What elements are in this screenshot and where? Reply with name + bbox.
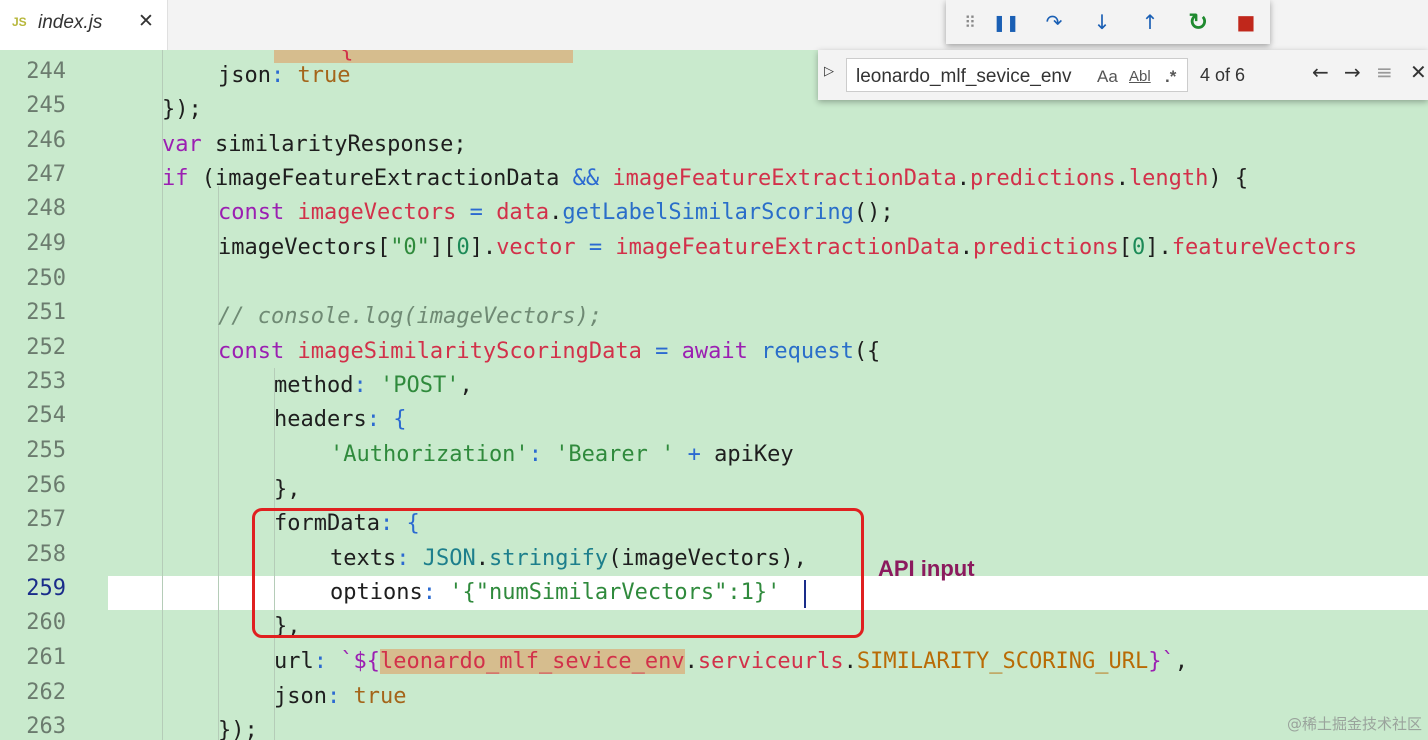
line-number: 252 bbox=[26, 335, 66, 360]
step-out-button[interactable]: ↑ bbox=[1128, 0, 1172, 44]
find-widget: ▷ leonardo_mlf_sevice_env Aa Abl .* 4 of… bbox=[818, 50, 1428, 100]
highlight-box bbox=[252, 508, 864, 638]
javascript-file-icon: JS bbox=[12, 15, 27, 29]
find-input[interactable]: leonardo_mlf_sevice_env Aa Abl .* bbox=[846, 58, 1188, 92]
code-line: if (imageFeatureExtractionData && imageF… bbox=[162, 166, 1249, 191]
next-match-icon[interactable]: → bbox=[1344, 60, 1361, 84]
toggle-replace-icon[interactable]: ▷ bbox=[824, 64, 834, 79]
stop-icon: ■ bbox=[1236, 10, 1256, 34]
annotation-label: API input bbox=[878, 556, 975, 581]
indent-guide bbox=[218, 186, 219, 740]
indent-guide bbox=[274, 435, 275, 473]
step-over-icon: ↷ bbox=[1045, 10, 1063, 34]
line-number: 258 bbox=[26, 542, 66, 567]
tab-index-js[interactable]: JS index.js ✕ bbox=[0, 0, 168, 50]
pause-button[interactable]: ❚❚ bbox=[984, 0, 1028, 44]
whole-word-icon[interactable]: Abl bbox=[1129, 68, 1151, 85]
step-out-icon: ↑ bbox=[1141, 10, 1159, 34]
line-number: 245 bbox=[26, 93, 66, 118]
code-line: var similarityResponse; bbox=[162, 132, 467, 157]
previous-match-icon[interactable]: ← bbox=[1312, 60, 1329, 84]
line-number: 251 bbox=[26, 300, 66, 325]
line-number: 249 bbox=[26, 231, 66, 256]
line-number: 254 bbox=[26, 403, 66, 428]
line-number: 261 bbox=[26, 645, 66, 670]
code-line: headers: { bbox=[274, 407, 407, 432]
close-find-icon[interactable]: ✕ bbox=[1410, 60, 1427, 84]
step-into-button[interactable]: ↓ bbox=[1080, 0, 1124, 44]
stop-button[interactable]: ■ bbox=[1224, 0, 1268, 44]
restart-button[interactable]: ↻ bbox=[1176, 0, 1220, 44]
line-number: 248 bbox=[26, 196, 66, 221]
regex-icon[interactable]: .* bbox=[1165, 67, 1176, 87]
line-number: 250 bbox=[26, 266, 66, 291]
code-line: json: true bbox=[274, 684, 407, 709]
line-number: 256 bbox=[26, 473, 66, 498]
restart-icon: ↻ bbox=[1187, 8, 1209, 36]
code-line: 'Authorization': 'Bearer ' + apiKey bbox=[330, 442, 794, 467]
line-number: 263 bbox=[26, 714, 66, 739]
line-number: 257 bbox=[26, 507, 66, 532]
match-count: 4 of 6 bbox=[1200, 65, 1246, 85]
close-tab-icon[interactable]: ✕ bbox=[138, 10, 154, 32]
pause-icon: ❚❚ bbox=[992, 12, 1020, 32]
debug-toolbar: ⠿ ❚❚ ↷ ↓ ↑ ↻ ■ bbox=[946, 0, 1270, 44]
line-number: 247 bbox=[26, 162, 66, 187]
line-number-gutter: 244 245 246 247 248 249 250 251 252 253 … bbox=[0, 50, 108, 740]
code-line: json: true bbox=[218, 63, 351, 88]
match-case-icon[interactable]: Aa bbox=[1097, 67, 1118, 87]
code-line: imageVectors["0"][0].vector = imageFeatu… bbox=[218, 235, 1358, 260]
line-number: 255 bbox=[26, 438, 66, 463]
line-number: 246 bbox=[26, 128, 66, 153]
code-comment: // console.log(imageVectors); bbox=[218, 304, 603, 329]
tab-file-name: index.js bbox=[38, 12, 103, 33]
line-number: 253 bbox=[26, 369, 66, 394]
find-in-selection-icon[interactable]: ≡ bbox=[1376, 60, 1393, 84]
watermark: @稀土掘金技术社区 bbox=[1286, 715, 1422, 733]
code-line: url: `${leonardo_mlf_sevice_env.serviceu… bbox=[274, 649, 1188, 674]
step-into-icon: ↓ bbox=[1093, 10, 1111, 34]
code-line: }, bbox=[274, 477, 301, 502]
code-line: }); bbox=[162, 97, 202, 122]
line-number: 262 bbox=[26, 680, 66, 705]
code-line: const imageSimilarityScoringData = await… bbox=[218, 339, 881, 364]
code-line: method: 'POST', bbox=[274, 373, 473, 398]
line-number-active: 259 bbox=[26, 576, 66, 601]
line-number: 260 bbox=[26, 610, 66, 635]
find-query: leonardo_mlf_sevice_env bbox=[856, 66, 1072, 87]
line-number: 244 bbox=[26, 59, 66, 84]
code-line: }); bbox=[218, 718, 258, 740]
code-line: const imageVectors = data.getLabelSimila… bbox=[218, 200, 894, 225]
step-over-button[interactable]: ↷ bbox=[1032, 0, 1076, 44]
